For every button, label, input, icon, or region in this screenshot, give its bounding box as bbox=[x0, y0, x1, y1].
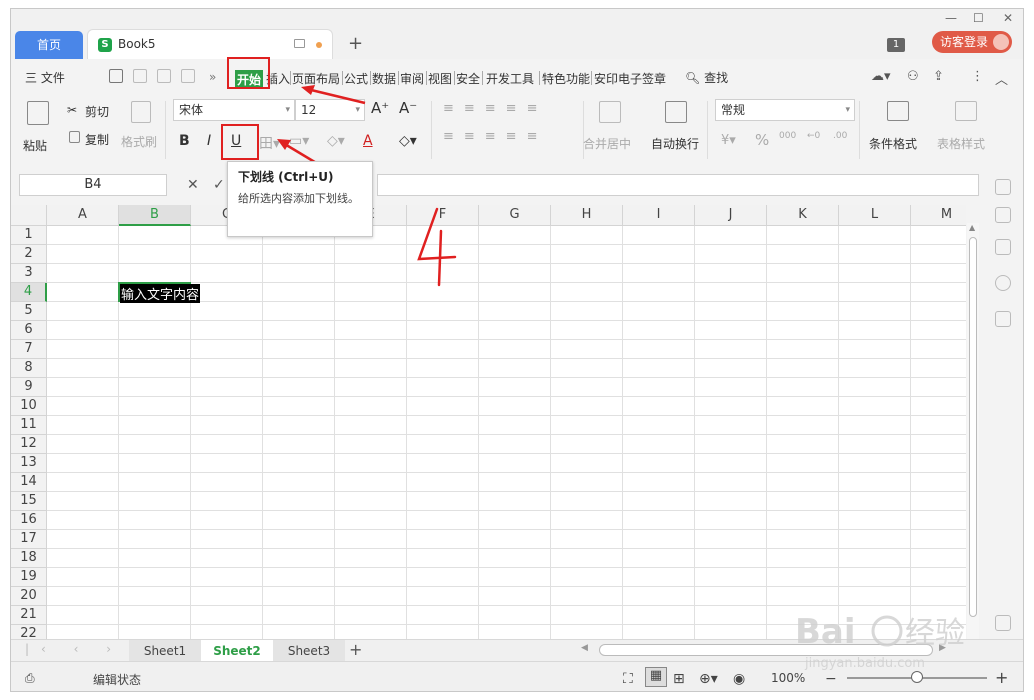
row-header-16[interactable]: 16 bbox=[11, 511, 47, 530]
status-layout-icon[interactable]: ⎙ bbox=[25, 671, 35, 686]
row-header-11[interactable]: 11 bbox=[11, 416, 47, 435]
add-sheet-button[interactable]: + bbox=[349, 640, 362, 659]
sheet-tab-2[interactable]: Sheet2 bbox=[201, 640, 273, 662]
share-icon[interactable] bbox=[995, 311, 1011, 327]
row-header-15[interactable]: 15 bbox=[11, 492, 47, 511]
grid-row-line bbox=[47, 548, 966, 549]
grid-row-line bbox=[47, 415, 966, 416]
sheet-tab-1[interactable]: Sheet1 bbox=[129, 640, 201, 662]
sidebar-icon[interactable] bbox=[995, 179, 1011, 195]
grid-row-line bbox=[47, 453, 966, 454]
scroll-left-icon[interactable]: ◀ bbox=[581, 643, 588, 653]
right-side-panel bbox=[983, 163, 1023, 639]
row-header-21[interactable]: 21 bbox=[11, 606, 47, 625]
grid-row-line bbox=[47, 434, 966, 435]
row-header-6[interactable]: 6 bbox=[11, 321, 47, 340]
edit-status: 编辑状态 bbox=[93, 673, 142, 687]
row-header-14[interactable]: 14 bbox=[11, 473, 47, 492]
tooltip-title: 下划线 (Ctrl+U) bbox=[238, 170, 334, 184]
row-header-8[interactable]: 8 bbox=[11, 359, 47, 378]
grid-row-line bbox=[47, 472, 966, 473]
help-icon[interactable] bbox=[995, 275, 1011, 291]
page-break-view-icon[interactable]: ⊞ bbox=[673, 671, 685, 687]
row-header-7[interactable]: 7 bbox=[11, 340, 47, 359]
underline-tooltip: 下划线 (Ctrl+U) 给所选内容添加下划线。 bbox=[227, 161, 373, 237]
settings-icon[interactable] bbox=[995, 239, 1011, 255]
grid-row-line bbox=[47, 529, 966, 530]
grid-row-line bbox=[47, 377, 966, 378]
zoom-in-icon[interactable]: + bbox=[995, 668, 1008, 687]
grid-row-line bbox=[47, 396, 966, 397]
tooltip-description: 给所选内容添加下划线。 bbox=[238, 192, 359, 205]
grid-row-line bbox=[47, 586, 966, 587]
row-header-10[interactable]: 10 bbox=[11, 397, 47, 416]
grid-row-line bbox=[47, 567, 966, 568]
app-window: 首页 S Book5 + — ☐ ✕ 1 访客登录 三 文件 » 开始 插入 页… bbox=[10, 8, 1024, 692]
fullscreen-icon[interactable]: ⛶ bbox=[623, 671, 633, 687]
grid-row-line bbox=[47, 510, 966, 511]
cursor-icon[interactable] bbox=[995, 207, 1011, 223]
row-header-17[interactable]: 17 bbox=[11, 530, 47, 549]
reading-mode-icon[interactable]: ⊕▾ bbox=[699, 671, 718, 687]
row-header-19[interactable]: 19 bbox=[11, 568, 47, 587]
svg-text:Bai: Bai bbox=[795, 612, 856, 652]
baidu-watermark-logo: Bai 经验 jingyan.baidu.com bbox=[795, 612, 965, 671]
grid-row-line bbox=[47, 339, 966, 340]
grid-view-icon[interactable] bbox=[995, 615, 1011, 631]
annotation-arrows bbox=[277, 85, 366, 187]
row-header-13[interactable]: 13 bbox=[11, 454, 47, 473]
grid-row-line bbox=[47, 491, 966, 492]
zoom-level[interactable]: 100% bbox=[771, 671, 805, 685]
vertical-scrollbar[interactable]: ▲ bbox=[967, 223, 979, 639]
row-header-12[interactable]: 12 bbox=[11, 435, 47, 454]
eye-protection-icon[interactable]: ◉ bbox=[733, 671, 745, 687]
grid-row-line bbox=[47, 320, 966, 321]
scroll-up-icon[interactable]: ▲ bbox=[969, 223, 975, 232]
row-header-20[interactable]: 20 bbox=[11, 587, 47, 606]
zoom-out-icon[interactable]: − bbox=[825, 671, 837, 687]
normal-view-icon[interactable]: ▦ bbox=[645, 667, 667, 687]
svg-text:经验: 经验 bbox=[905, 616, 965, 651]
row-header-22[interactable]: 22 bbox=[11, 625, 47, 639]
grid-row-line bbox=[47, 358, 966, 359]
vertical-scroll-thumb[interactable] bbox=[969, 237, 977, 617]
row-header-18[interactable]: 18 bbox=[11, 549, 47, 568]
sheet-tab-3[interactable]: Sheet3 bbox=[273, 640, 345, 662]
svg-text:jingyan.baidu.com: jingyan.baidu.com bbox=[804, 656, 925, 671]
row-header-9[interactable]: 9 bbox=[11, 378, 47, 397]
